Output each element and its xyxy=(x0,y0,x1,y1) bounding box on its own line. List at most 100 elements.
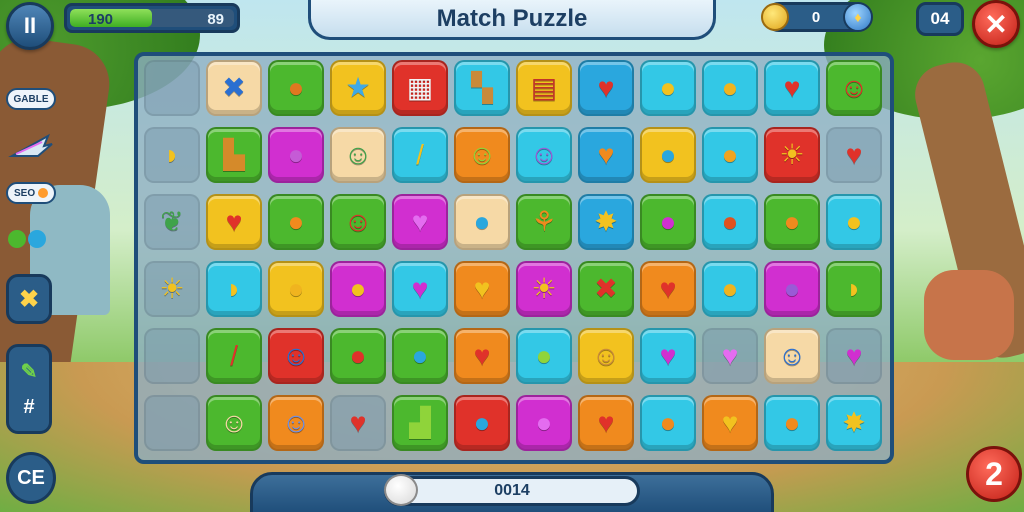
board-tile[interactable]: ● xyxy=(268,127,324,183)
board-tile[interactable]: ☺ xyxy=(268,395,324,451)
board-tile[interactable]: ● xyxy=(516,328,572,384)
lemon-icon: ● xyxy=(845,206,863,237)
board-tile[interactable]: ☺ xyxy=(764,328,820,384)
board-tile[interactable]: ● xyxy=(764,194,820,250)
board-tile[interactable]: ♥ xyxy=(702,395,758,451)
board-tile[interactable]: ● xyxy=(392,328,448,384)
board-tile[interactable]: ♥ xyxy=(826,127,882,183)
board-tile[interactable]: ♥ xyxy=(392,261,448,317)
board-tile[interactable]: ● xyxy=(516,395,572,451)
board-tile[interactable]: ● xyxy=(268,60,324,116)
board-tile[interactable]: ▦ xyxy=(392,60,448,116)
board-tile[interactable]: ● xyxy=(764,395,820,451)
hammer-booster-button[interactable]: ✖ xyxy=(6,274,52,324)
board-tile[interactable]: ☺ xyxy=(516,127,572,183)
board-tile[interactable]: ❦ xyxy=(144,194,200,250)
board-tile[interactable]: ♥ xyxy=(454,261,510,317)
board-tile[interactable]: ♥ xyxy=(764,60,820,116)
board-tile[interactable] xyxy=(144,395,200,451)
board-tile[interactable]: ♥ xyxy=(640,261,696,317)
leaf-booster-icon[interactable]: ✎ xyxy=(21,359,38,384)
board-tile[interactable]: ● xyxy=(330,261,386,317)
moves-counter: 04 xyxy=(916,2,964,36)
board-tile[interactable]: ● xyxy=(702,261,758,317)
board-tile[interactable]: ♥ xyxy=(454,328,510,384)
board-tile[interactable]: ● xyxy=(764,261,820,317)
board-tile[interactable]: ● xyxy=(640,60,696,116)
board-tile[interactable]: ● xyxy=(454,395,510,451)
board-tile[interactable]: ▤ xyxy=(516,60,572,116)
board-tile[interactable]: / xyxy=(206,328,262,384)
board-tile[interactable]: ☀ xyxy=(764,127,820,183)
gem-icon[interactable]: ♦ xyxy=(843,2,873,32)
board-tile[interactable]: ☺ xyxy=(330,194,386,250)
board-tile[interactable]: ☀ xyxy=(516,261,572,317)
star-icon: ★ xyxy=(345,72,371,103)
blue-creature-icon: ☺ xyxy=(777,340,807,371)
board-tile[interactable]: ◗ xyxy=(826,261,882,317)
level-button[interactable]: 2 xyxy=(966,446,1022,502)
board-tile[interactable]: ♥ xyxy=(640,328,696,384)
board-tile[interactable]: ◗ xyxy=(206,261,262,317)
board-tile[interactable]: ☺ xyxy=(206,395,262,451)
board-tile[interactable]: ▙ xyxy=(206,127,262,183)
board-tile[interactable]: ☺ xyxy=(826,60,882,116)
board-tile[interactable]: ★ xyxy=(330,60,386,116)
board-tile[interactable]: ● xyxy=(702,60,758,116)
coin-counter: 0 ♦ xyxy=(761,2,873,32)
booster-panel[interactable]: ✎ # xyxy=(6,344,52,434)
board-tile[interactable]: ☀ xyxy=(144,261,200,317)
red-lollipop-icon: ● xyxy=(349,340,367,371)
close-button[interactable]: ✕ xyxy=(972,0,1020,48)
banana-icon: ◗ xyxy=(225,273,243,304)
board-tile[interactable]: ▟ xyxy=(392,395,448,451)
board-tile[interactable] xyxy=(144,328,200,384)
blue-orb-icon xyxy=(28,230,46,248)
board-tile[interactable]: ☺ xyxy=(578,328,634,384)
side-label-top[interactable]: GABLE xyxy=(6,88,56,110)
side-label-mid-text: SEO xyxy=(14,187,36,199)
board-tile[interactable]: ● xyxy=(640,194,696,250)
board-tile[interactable]: ♥ xyxy=(206,194,262,250)
shuffle-icon[interactable]: # xyxy=(23,396,34,419)
progress-current: 190 xyxy=(88,11,114,27)
bucket-icon: ▙ xyxy=(223,139,245,170)
board-tile[interactable]: ✖ xyxy=(206,60,262,116)
board-tile[interactable]: ◗ xyxy=(144,127,200,183)
board-tile[interactable]: ● xyxy=(640,395,696,451)
board-tile[interactable]: ♥ xyxy=(826,328,882,384)
board-tile[interactable]: ● xyxy=(268,194,324,250)
board-tile[interactable]: ▚ xyxy=(454,60,510,116)
board-tile[interactable]: ● xyxy=(702,194,758,250)
board-tile[interactable]: / xyxy=(392,127,448,183)
board-tile[interactable]: ♥ xyxy=(392,194,448,250)
board-tile[interactable]: ✸ xyxy=(826,395,882,451)
menu-button[interactable]: CE xyxy=(6,452,56,504)
board-tile[interactable]: ● xyxy=(454,194,510,250)
pause-button[interactable]: II xyxy=(6,2,54,50)
board-tile[interactable]: ● xyxy=(268,261,324,317)
board-tile[interactable]: ♥ xyxy=(330,395,386,451)
board-tile[interactable]: ♥ xyxy=(702,328,758,384)
pink-heart-icon: ♥ xyxy=(411,273,429,304)
board-tile[interactable]: ♥ xyxy=(578,395,634,451)
board-tile[interactable]: ● xyxy=(702,127,758,183)
board-tile[interactable]: ☺ xyxy=(268,328,324,384)
board-tile[interactable] xyxy=(144,60,200,116)
orange-icon: ● xyxy=(659,407,677,438)
leaf-icon: ⚘ xyxy=(531,206,557,237)
sun-icon: ☀ xyxy=(531,273,557,304)
board-tile[interactable]: ♥ xyxy=(578,60,634,116)
cross-icon: ✖ xyxy=(594,273,618,304)
board-tile[interactable]: ● xyxy=(826,194,882,250)
board-tile[interactable]: ✖ xyxy=(578,261,634,317)
board-tile[interactable]: ● xyxy=(330,328,386,384)
board-tile[interactable]: ☺ xyxy=(454,127,510,183)
board-tile[interactable]: ⚘ xyxy=(516,194,572,250)
side-label-mid[interactable]: SEO xyxy=(6,182,56,204)
board-tile[interactable]: ♥ xyxy=(578,127,634,183)
board-tile[interactable]: ● xyxy=(640,127,696,183)
board-tile[interactable]: ✸ xyxy=(578,194,634,250)
board-tile[interactable]: ☺ xyxy=(330,127,386,183)
grapes-icon: ● xyxy=(783,273,801,304)
